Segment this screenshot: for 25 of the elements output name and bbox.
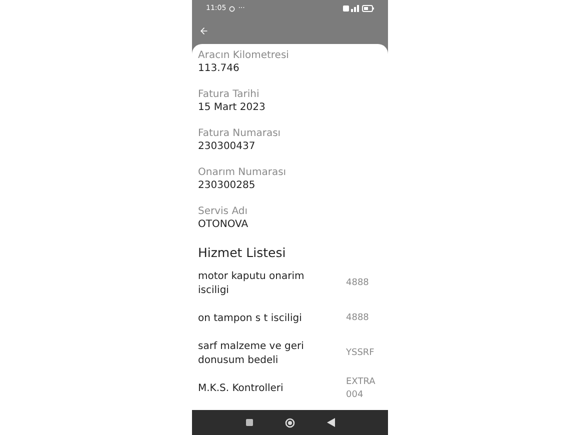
field-label: Servis Adı: [198, 205, 248, 218]
service-name: motor kaputu onarim isciligi: [198, 270, 306, 298]
service-code: 4888: [346, 312, 370, 325]
field-value: OTONOVA: [198, 218, 250, 231]
section-title: Hizmet Listesi: [198, 245, 287, 261]
field-label: Aracın Kilometresi: [198, 49, 290, 62]
field-label: Fatura Numarası: [198, 127, 282, 140]
battery-icon: [362, 5, 374, 12]
field-value: 230300285: [198, 179, 256, 192]
back-button[interactable]: [199, 26, 209, 36]
service-name: M.K.S. Kontrolleri: [198, 382, 284, 396]
field-label: Onarım Numarası: [198, 166, 288, 179]
service-code: EXTRA 004: [346, 376, 376, 402]
field-value: 113.746: [198, 62, 240, 75]
service-name: sarf malzeme ve geri donusum bedeli: [198, 340, 305, 368]
service-code: 4888: [346, 277, 370, 290]
home-icon[interactable]: [284, 418, 294, 428]
signal-icon: [343, 5, 359, 12]
service-code: YSSRF: [346, 347, 376, 360]
field-label: Fatura Tarihi: [198, 88, 260, 101]
service-name: on tampon s t isciligi: [198, 312, 303, 326]
recents-icon[interactable]: [246, 419, 252, 426]
field-value: 15 Mart 2023: [198, 101, 266, 114]
back-icon[interactable]: [326, 418, 334, 427]
field-value: 230300437: [198, 140, 256, 153]
